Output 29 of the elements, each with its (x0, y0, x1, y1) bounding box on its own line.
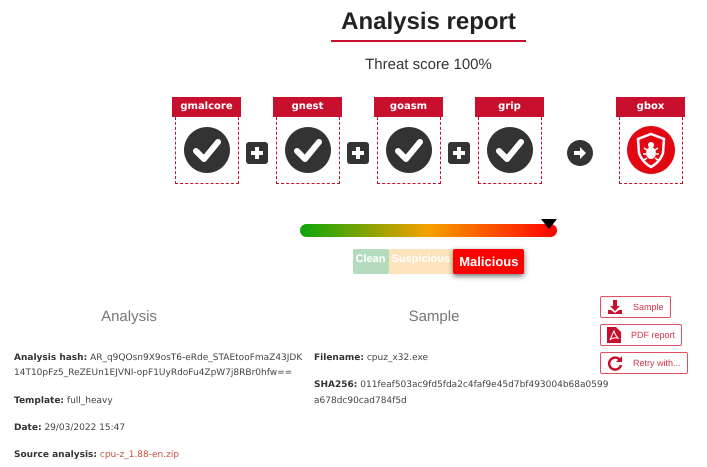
section-heading: Analysis (100, 308, 158, 325)
info-line: Source analysis: cpu-z_1.88-en.zip (14, 449, 180, 462)
pdf-file-icon (607, 327, 621, 343)
plus-icon (246, 142, 268, 164)
action-button[interactable]: Retry with... (600, 352, 688, 374)
arrow-right-icon (567, 140, 593, 166)
engine-label: gbox (616, 97, 685, 117)
download-icon (607, 299, 623, 315)
action-button[interactable]: Sample (600, 296, 671, 318)
info-line: Analysis hash: AR_q9QOsn9X9osT6-eRde_STAEtooFmaZ43JDK 14T10pFz5_ReZEUn1EJVNI-opF1UyRdoFu4ZpW7j8RBr0hfw== (14, 352, 304, 380)
info-line: Date: 29/03/2022 15:47 (14, 422, 126, 435)
verdict-badge: Malicious (453, 249, 524, 274)
info-line: SHA256: 011feaf503ac9fd5fda2c4faf9e45d7bf493004b68a0599 a678dc90cad784f5d (314, 379, 610, 408)
info-line: Filename: cpuz_x32.exe (314, 352, 430, 365)
engine-label: goasm (374, 97, 443, 117)
info-line: Template: full_heavy (14, 394, 114, 408)
report-title: Analysis report (331, 8, 526, 42)
section-heading: Sample (408, 308, 460, 325)
verdict-badge: Clean (352, 249, 389, 274)
plus-icon (448, 142, 470, 164)
verdict-badge: Suspicious (388, 249, 454, 274)
engine-label: gnest (273, 97, 342, 117)
plus-icon (347, 142, 369, 164)
engine-label: grip (475, 97, 544, 117)
source-link[interactable]: cpu-z_1.88-en.zip (100, 450, 180, 460)
engine-label: gmalcore (172, 97, 241, 117)
retry-icon (607, 355, 623, 371)
threat-score: Threat score 100% (365, 56, 492, 73)
action-button[interactable]: PDF report (600, 324, 682, 346)
